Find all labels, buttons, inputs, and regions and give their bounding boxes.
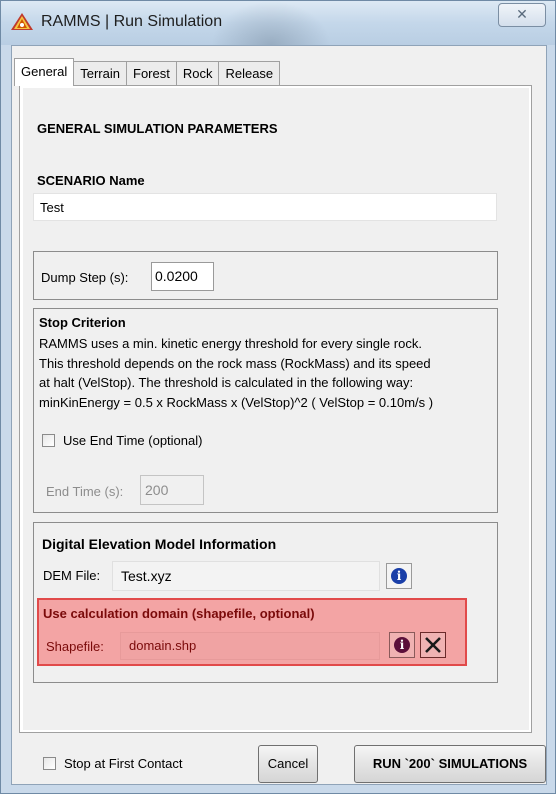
shapefile-input[interactable]: domain.shp xyxy=(120,632,380,660)
tab-general[interactable]: General xyxy=(14,58,75,86)
dem-info-button[interactable]: i xyxy=(386,563,412,589)
clear-shapefile-button[interactable] xyxy=(420,632,446,658)
tab-rock[interactable]: Rock xyxy=(175,61,220,85)
end-time-input[interactable]: 200 xyxy=(140,475,204,505)
shapefile-info-button[interactable]: i xyxy=(389,632,415,658)
stop-criterion-line-1: RAMMS uses a min. kinetic energy thresho… xyxy=(39,336,422,351)
tab-bar: General Terrain Forest Rock Release xyxy=(14,58,281,86)
window-title: RAMMS | Run Simulation xyxy=(41,13,223,30)
close-x-icon xyxy=(425,637,441,653)
ramms-app-icon xyxy=(11,13,33,30)
scenario-name-input[interactable]: Test xyxy=(33,193,497,221)
tab-forest[interactable]: Forest xyxy=(126,61,177,85)
tab-release[interactable]: Release xyxy=(218,61,281,85)
tab-terrain[interactable]: Terrain xyxy=(73,61,127,85)
run-simulations-button[interactable]: RUN `200` SIMULATIONS xyxy=(354,745,546,783)
titlebar-glass-shade xyxy=(211,1,331,45)
info-icon: i xyxy=(391,568,407,584)
end-time-label: End Time (s): xyxy=(46,484,124,499)
shapefile-label: Shapefile: xyxy=(46,639,104,654)
cancel-button[interactable]: Cancel xyxy=(258,745,318,783)
dump-step-value: 0.0200 xyxy=(155,268,198,284)
scenario-name-value: Test xyxy=(40,200,64,215)
title-bar[interactable]: RAMMS | Run Simulation ✕ xyxy=(1,1,555,45)
end-time-value: 200 xyxy=(145,482,169,498)
use-end-time-checkbox[interactable] xyxy=(42,434,55,447)
close-icon: ✕ xyxy=(516,6,528,22)
scenario-name-label: SCENARIO Name xyxy=(37,173,145,188)
stop-criterion-line-4: minKinEnergy = 0.5 x RockMass x (VelStop… xyxy=(39,394,434,410)
close-button[interactable]: ✕ xyxy=(498,3,546,27)
dump-step-input[interactable]: 0.0200 xyxy=(151,262,214,291)
calculation-domain-title: Use calculation domain (shapefile, optio… xyxy=(43,606,315,621)
dem-file-label: DEM File: xyxy=(43,568,101,583)
stop-criterion-line-2: This threshold depends on the rock mass … xyxy=(39,355,431,371)
dem-info-title: Digital Elevation Model Information xyxy=(42,536,277,552)
use-end-time-label[interactable]: Use End Time (optional) xyxy=(63,433,202,448)
stop-criterion-line-3: at halt (VelStop). The threshold is calc… xyxy=(39,375,414,390)
stop-criterion-description: RAMMS uses a min. kinetic energy thresho… xyxy=(39,334,509,412)
stop-at-first-contact-label[interactable]: Stop at First Contact xyxy=(64,756,183,771)
shapefile-value: domain.shp xyxy=(129,638,197,653)
dem-file-value: Test.xyz xyxy=(121,568,172,584)
dump-step-label: Dump Step (s): xyxy=(41,270,129,285)
dem-file-input[interactable]: Test.xyz xyxy=(112,561,380,591)
section-header: GENERAL SIMULATION PARAMETERS xyxy=(37,121,278,136)
info-icon: i xyxy=(394,637,410,653)
stop-at-first-contact-checkbox[interactable] xyxy=(43,757,56,770)
stop-criterion-title: Stop Criterion xyxy=(39,315,126,330)
